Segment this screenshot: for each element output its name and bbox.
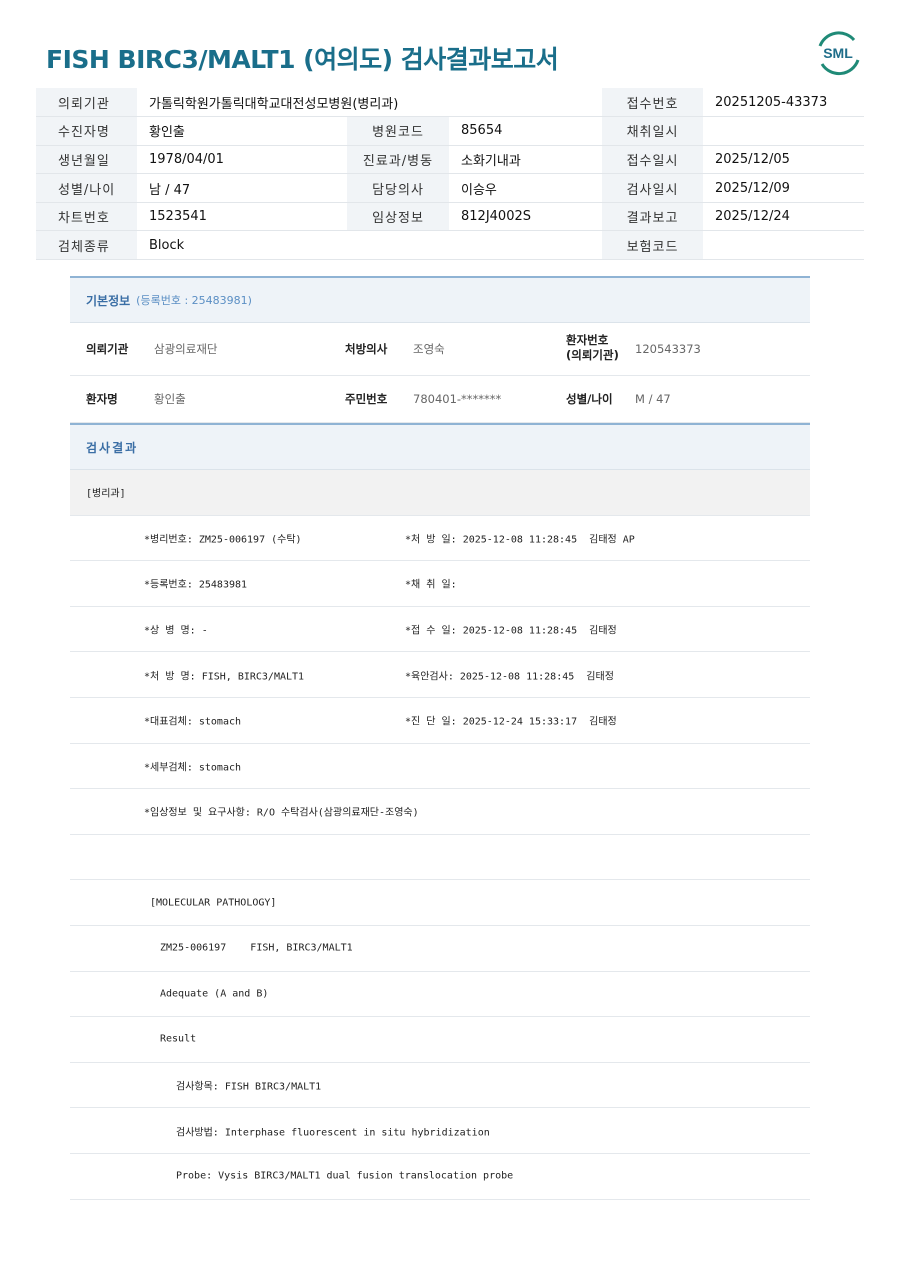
result-line: *병리번호: ZM25-006197 (수탁) *처 방 일: 2025-12-0… (70, 516, 810, 562)
result-line-right: *처 방 일: 2025-12-08 11:28:45 김태정 AP (405, 534, 635, 546)
value-chart-number: 1523541 (137, 202, 347, 232)
report-panel: 기본정보 (등록번호 : 25483981) 의뢰기관 삼광의료재단 처방의사 … (70, 276, 810, 1200)
result-line: Result (70, 1017, 810, 1063)
basic-info-header: 기본정보 (등록번호 : 25483981) (70, 276, 810, 323)
result-line: *처 방 명: FISH, BIRC3/MALT1 *육안검사: 2025-12-… (70, 652, 810, 698)
result-title: 검사결과 (86, 440, 139, 455)
label-patient-number-sub: (의뢰기관) (566, 348, 619, 362)
label-clinical-info: 임상정보 (347, 202, 449, 232)
result-line: Adequate (A and B) (70, 972, 810, 1018)
label-specimen-type: 검체종류 (36, 230, 137, 261)
sml-logo: SML (818, 31, 860, 76)
value-department: 소화기내과 (449, 145, 602, 175)
label-sex-age: 성별/나이 (36, 173, 137, 203)
value-requesting-institution: 가톨릭학원가톨릭대학교대전성모병원(병리과) (137, 88, 602, 118)
result-line: ZM25-006197 FISH, BIRC3/MALT1 (70, 926, 810, 972)
value-report-date: 2025/12/24 (703, 202, 864, 232)
basic-info-row: 환자명 황인출 주민번호 780401-******* 성별/나이 M / 47 (70, 376, 810, 423)
result-line-left: *처 방 명: FISH, BIRC3/MALT1 (144, 671, 305, 683)
result-line-left: 검사방법: Interphase fluorescent in situ hyb… (176, 1127, 490, 1139)
label-resident-number: 주민번호 (345, 392, 388, 406)
label-department: 진료과/병동 (347, 145, 449, 175)
value-collection-date (703, 116, 864, 146)
value-insurance-code (703, 230, 864, 261)
value-test-date: 2025/12/09 (703, 173, 864, 203)
label-test-date: 검사일시 (602, 173, 703, 203)
value-physician: 이승우 (449, 173, 602, 203)
label-name: 환자명 (86, 392, 118, 406)
result-line-left: *병리번호: ZM25-006197 (수탁) (144, 534, 302, 546)
value-name: 황인출 (154, 392, 186, 406)
label-report-date: 결과보고 (602, 202, 703, 232)
result-line-left: 검사항목: FISH BIRC3/MALT1 (176, 1081, 322, 1093)
basic-info-row: 의뢰기관 삼광의료재단 처방의사 조영숙 환자번호 (의뢰기관) 1205433… (70, 323, 810, 376)
result-line: *대표검체: stomach *진 단 일: 2025-12-24 15:33:1… (70, 698, 810, 744)
svg-text:SML: SML (823, 45, 853, 61)
result-lines: *병리번호: ZM25-006197 (수탁) *처 방 일: 2025-12-0… (70, 516, 810, 1200)
result-line-left: ZM25-006197 FISH, BIRC3/MALT1 (160, 942, 353, 954)
value-patient-name: 황인출 (137, 116, 347, 146)
value-receipt-number: 20251205-43373 (703, 88, 864, 118)
result-line-left: *등록번호: 25483981 (144, 579, 248, 591)
registration-number: (등록번호 : 25483981) (136, 294, 252, 307)
value-sex-age-2: M / 47 (635, 392, 671, 406)
result-line-left: [MOLECULAR PATHOLOGY] (150, 897, 277, 909)
result-line: *등록번호: 25483981 *채 취 일: (70, 561, 810, 607)
label-receipt-date: 접수일시 (602, 145, 703, 175)
value-patient-number: 120543373 (635, 342, 701, 356)
dept-row: [병리과] (70, 470, 810, 516)
result-line: *임상정보 및 요구사항: R/O 수탁검사(삼광의료재단-조영숙) (70, 789, 810, 835)
value-prescribing-doctor: 조영숙 (413, 342, 445, 356)
result-line-left: *세부검체: stomach (144, 762, 242, 774)
value-birth-date: 1978/04/01 (137, 145, 347, 175)
result-line-left: Probe: Vysis BIRC3/MALT1 dual fusion tra… (176, 1170, 514, 1182)
result-line: Probe: Vysis BIRC3/MALT1 dual fusion tra… (70, 1154, 810, 1200)
result-line-right: *접 수 일: 2025-12-08 11:28:45 김태정 (405, 625, 617, 637)
label-collection-date: 채취일시 (602, 116, 703, 146)
result-line-left: *대표검체: stomach (144, 716, 242, 728)
label-requesting-institution: 의뢰기관 (36, 88, 137, 118)
result-line: 검사항목: FISH BIRC3/MALT1 (70, 1063, 810, 1109)
label-institution: 의뢰기관 (86, 342, 129, 356)
label-hospital-code: 병원코드 (347, 116, 449, 146)
result-line-left: *임상정보 및 요구사항: R/O 수탁검사(삼광의료재단-조영숙) (144, 807, 419, 819)
label-physician: 담당의사 (347, 173, 449, 203)
result-line: 검사방법: Interphase fluorescent in situ hyb… (70, 1108, 810, 1154)
label-patient-number: 환자번호 (566, 333, 609, 347)
report-title: FISH BIRC3/MALT1 (여의도) 검사결과보고서 (46, 45, 559, 74)
result-line-right: *채 취 일: (405, 579, 457, 591)
label-sex-age-2: 성별/나이 (566, 392, 613, 406)
patient-header-table: 의뢰기관 가톨릭학원가톨릭대학교대전성모병원(병리과) 접수번호 2025120… (36, 88, 864, 261)
result-line (70, 835, 810, 881)
value-institution: 삼광의료재단 (154, 342, 218, 356)
label-prescribing-doctor: 처방의사 (345, 342, 388, 356)
value-resident-number: 780401-******* (413, 392, 502, 406)
result-line-right: *진 단 일: 2025-12-24 15:33:17 김태정 (405, 716, 617, 728)
result-line: *상 병 명: - *접 수 일: 2025-12-08 11:28:45 김태정 (70, 607, 810, 653)
value-hospital-code: 85654 (449, 116, 602, 146)
result-line-left: *상 병 명: - (144, 625, 208, 637)
result-header: 검사결과 (70, 423, 810, 470)
result-line-left: Result (160, 1033, 197, 1045)
label-insurance-code: 보험코드 (602, 230, 703, 261)
value-clinical-info: 812J4002S (449, 202, 602, 232)
basic-info-title: 기본정보 (86, 293, 131, 308)
value-sex-age: 남 / 47 (137, 173, 347, 203)
value-receipt-date: 2025/12/05 (703, 145, 864, 175)
result-line-right: *육안검사: 2025-12-08 11:28:45 김태정 (405, 671, 614, 683)
result-line: *세부검체: stomach (70, 744, 810, 790)
result-line-left: Adequate (A and B) (160, 988, 269, 1000)
department-label: [병리과] (86, 488, 126, 500)
label-patient-name: 수진자명 (36, 116, 137, 146)
label-receipt-number: 접수번호 (602, 88, 703, 118)
result-line: [MOLECULAR PATHOLOGY] (70, 880, 810, 926)
label-birth-date: 생년월일 (36, 145, 137, 175)
value-specimen-type: Block (137, 230, 347, 261)
label-chart-number: 차트번호 (36, 202, 137, 232)
